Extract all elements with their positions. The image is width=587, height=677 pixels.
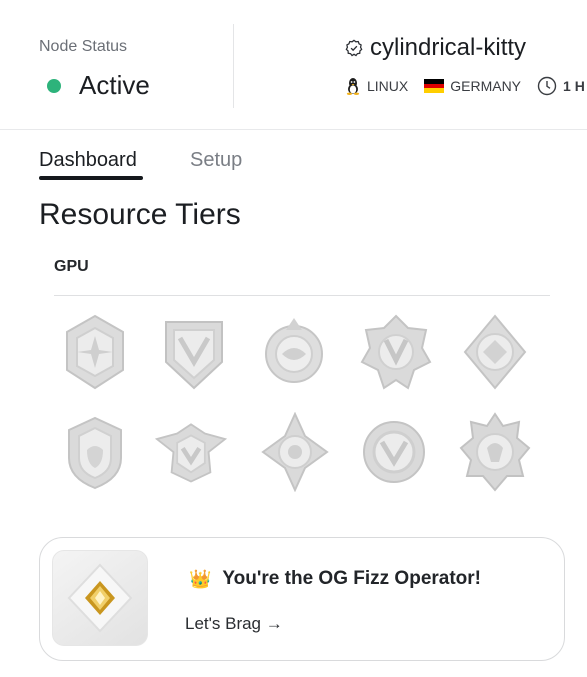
os-label: LINUX xyxy=(367,78,409,94)
linux-penguin-icon xyxy=(346,78,360,95)
node-name-row: cylindrical-kitty xyxy=(345,34,526,62)
country-label: GERMANY xyxy=(450,78,522,94)
tab-setup[interactable]: Setup xyxy=(190,149,242,172)
badge-tier-4 xyxy=(360,314,432,390)
badge-tier-3 xyxy=(265,318,323,383)
vertical-divider xyxy=(233,24,234,108)
section-title: Resource Tiers xyxy=(39,198,241,231)
lets-brag-link[interactable]: Let's Brag → xyxy=(185,614,283,634)
gpu-label: GPU xyxy=(54,258,89,275)
os-meta: LINUX xyxy=(345,77,408,95)
gold-diamond-icon xyxy=(67,563,133,633)
active-tab-indicator xyxy=(39,176,143,180)
card-title-row: 👑 You're the OG Fizz Operator! xyxy=(189,568,481,590)
badge-tier-9 xyxy=(363,421,425,483)
badge-tier-2 xyxy=(165,321,223,390)
tab-dashboard[interactable]: Dashboard xyxy=(39,149,137,172)
badge-tier-8 xyxy=(261,412,329,492)
uptime-label: 1 H xyxy=(563,78,585,94)
uptime-meta: 1 H xyxy=(537,76,585,96)
status-dot xyxy=(47,78,61,93)
node-name: cylindrical-kitty xyxy=(370,34,527,61)
badge-tier-1 xyxy=(66,314,124,390)
badge-tier-6 xyxy=(68,416,122,490)
gpu-divider xyxy=(54,295,550,296)
germany-flag-icon xyxy=(424,79,445,94)
verified-badge-icon xyxy=(345,39,363,57)
badge-tier-5 xyxy=(463,314,527,390)
header-divider xyxy=(0,129,587,130)
status-text: Active xyxy=(79,70,150,100)
node-status-label: Node Status xyxy=(39,38,128,55)
clock-icon xyxy=(537,76,557,96)
country-meta: GERMANY xyxy=(424,78,521,94)
status-row: Active xyxy=(39,70,150,101)
og-badge-thumbnail xyxy=(52,550,148,646)
node-meta-row: LINUX GERMANY 1 H xyxy=(345,76,587,96)
crown-icon: 👑 xyxy=(189,568,212,589)
badge-tier-7 xyxy=(155,423,227,483)
badge-tier-10 xyxy=(459,412,531,492)
card-title: You're the OG Fizz Operator! xyxy=(222,568,481,589)
